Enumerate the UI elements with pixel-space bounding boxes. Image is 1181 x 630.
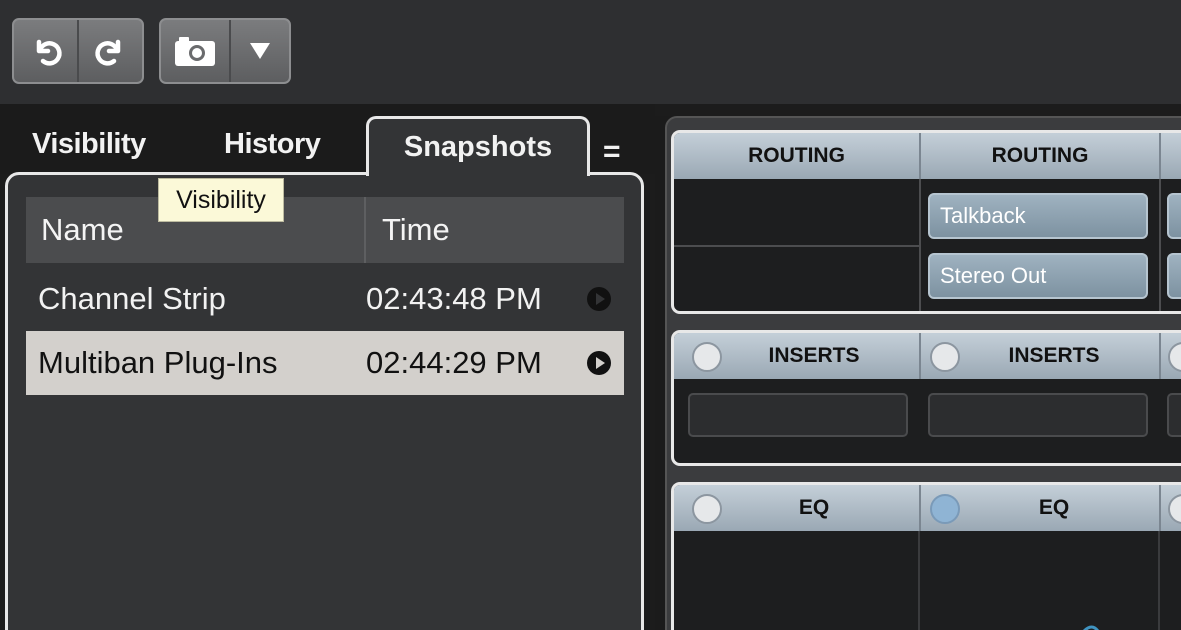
snapshot-dropdown-button[interactable] [229,20,289,82]
eq-bypass-toggle[interactable] [692,494,722,524]
list-item-selected[interactable]: Multiban Plug-Ins 02:44:29 PM [26,331,624,395]
column-separator [919,333,921,379]
route-button-partial[interactable] [1167,253,1181,299]
camera-icon [175,37,215,66]
grid-line [1159,179,1161,311]
eq-section: EQ EQ [671,482,1181,630]
list-item[interactable]: Channel Strip 02:43:48 PM [26,267,624,331]
triangle-down-icon [250,43,270,59]
grid-line [674,245,919,247]
insert-slot[interactable] [928,393,1148,437]
column-separator [1159,133,1161,179]
play-circle-icon [587,351,611,375]
column-header-name[interactable]: Name [41,197,124,263]
redo-button[interactable] [77,20,142,82]
routing-header-1: ROUTING [748,144,845,167]
inserts-bypass-toggle[interactable] [1168,342,1181,372]
routing-section: ROUTING ROUTING Talkback Stereo Out [671,130,1181,314]
mixer-area: ROUTING ROUTING Talkback Stereo Out INSE… [655,116,1181,630]
column-header-time[interactable]: Time [382,197,450,263]
redo-icon [94,39,120,66]
menu-icon[interactable]: = [603,135,621,169]
eq-bypass-toggle[interactable] [1168,494,1181,524]
tooltip: Visibility [158,178,284,222]
play-circle-icon [587,287,611,311]
tab-history[interactable]: History [224,128,321,161]
snapshot-name: Multiban Plug-Ins [38,345,278,380]
snapshot-time: 02:44:29 PM [366,345,542,380]
undo-button[interactable] [14,20,77,82]
inserts-bypass-toggle[interactable] [692,342,722,372]
route-button-stereo-out[interactable]: Stereo Out [928,253,1148,299]
inserts-bypass-toggle[interactable] [930,342,960,372]
inserts-header-2: INSERTS [1008,344,1100,367]
recall-snapshot-button[interactable] [586,267,612,331]
eq-bypass-toggle-active[interactable] [930,494,960,524]
route-button-partial[interactable] [1167,193,1181,239]
routing-header-2: ROUTING [991,144,1089,167]
routing-header: ROUTING ROUTING [674,133,1181,179]
column-separator [1159,333,1161,379]
snapshot-time: 02:43:48 PM [366,281,542,316]
grid-line [919,179,921,311]
inserts-header: INSERTS INSERTS [674,333,1181,379]
undo-icon [36,39,62,66]
column-separator [1159,485,1161,531]
route-button-talkback[interactable]: Talkback [928,193,1148,239]
snapshot-group [159,18,291,84]
take-snapshot-button[interactable] [161,20,229,82]
column-separator [919,485,921,531]
list-header: Name Time [26,197,624,263]
eq-header-2: EQ [1038,496,1070,519]
recall-snapshot-button[interactable] [586,331,612,395]
eq-curve-display[interactable] [674,531,1181,630]
undo-redo-group [12,18,144,84]
inserts-header-1: INSERTS [768,344,860,367]
snapshot-name: Channel Strip [38,281,226,316]
eq-header: EQ EQ [674,485,1181,531]
column-divider[interactable] [364,197,366,263]
insert-slot[interactable] [1167,393,1181,437]
insert-slot[interactable] [688,393,908,437]
tab-visibility[interactable]: Visibility [32,128,146,161]
toolbar [0,0,1181,104]
eq-header-1: EQ [798,496,830,519]
snapshots-panel: Name Time Channel Strip 02:43:48 PM Mult… [5,172,644,630]
inserts-section: INSERTS INSERTS [671,330,1181,466]
tab-snapshots[interactable]: Snapshots [366,116,590,176]
